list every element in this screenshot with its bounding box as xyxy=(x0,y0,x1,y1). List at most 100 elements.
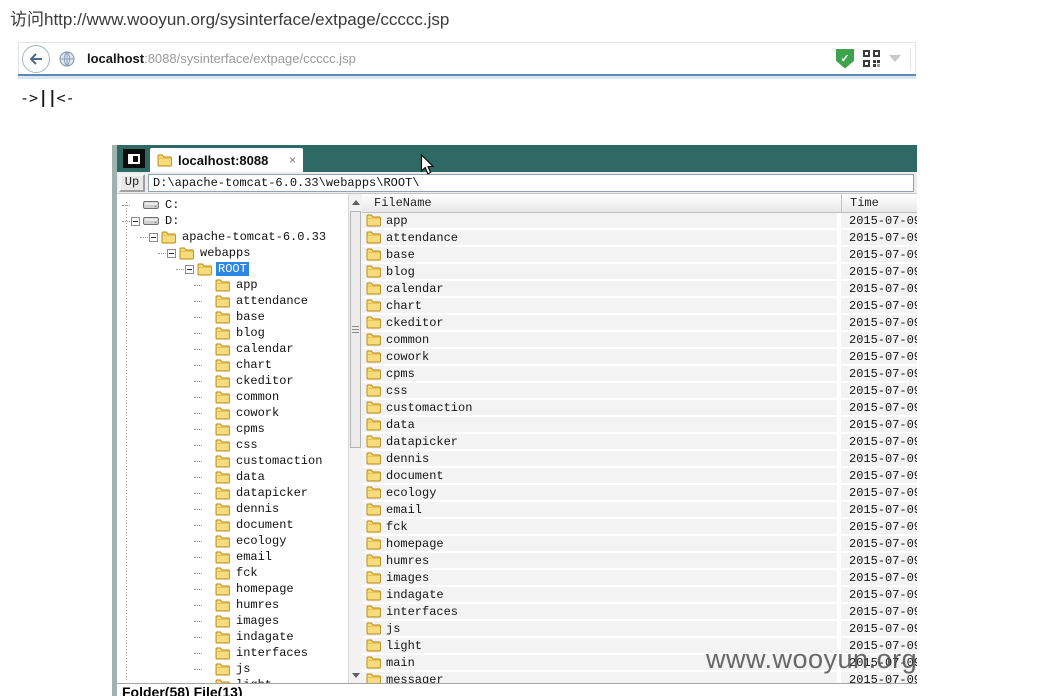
file-row[interactable]: data2015-07-09 xyxy=(362,417,917,434)
back-button[interactable] xyxy=(22,45,50,73)
tab-close-icon[interactable]: × xyxy=(289,154,296,166)
tree-item[interactable]: humres xyxy=(117,597,348,613)
tree-guide xyxy=(194,413,202,414)
folder-icon xyxy=(366,503,381,516)
shield-check-icon[interactable]: ✓ xyxy=(836,49,854,69)
folder-icon xyxy=(366,673,381,683)
tree-item[interactable]: attendance xyxy=(117,293,348,309)
file-row[interactable]: js2015-07-09 xyxy=(362,621,917,638)
file-row[interactable]: ecology2015-07-09 xyxy=(362,485,917,502)
file-row[interactable]: cowork2015-07-09 xyxy=(362,349,917,366)
file-name: light xyxy=(386,639,422,653)
up-button[interactable]: Up xyxy=(119,174,145,192)
file-row[interactable]: fck2015-07-09 xyxy=(362,519,917,536)
tree-expander[interactable] xyxy=(131,217,143,226)
window-titlebar[interactable]: localhost:8088 × xyxy=(117,145,917,172)
file-time-cell: 2015-07-09 xyxy=(841,570,917,587)
collapse-minus-icon[interactable] xyxy=(131,217,140,226)
file-row[interactable]: ckeditor2015-07-09 xyxy=(362,315,917,332)
path-toolbar: Up D:\apache-tomcat-6.0.33\webapps\ROOT\ xyxy=(117,172,917,194)
column-time[interactable]: Time xyxy=(841,194,917,212)
file-row[interactable]: humres2015-07-09 xyxy=(362,553,917,570)
tree-expander[interactable] xyxy=(149,233,161,242)
scrollbar-thumb[interactable] xyxy=(350,211,361,448)
tree-item[interactable]: blog xyxy=(117,325,348,341)
file-name-cell: fck xyxy=(362,519,837,536)
tree-item[interactable]: indagate xyxy=(117,629,348,645)
tree-item[interactable]: common xyxy=(117,389,348,405)
qr-code-icon[interactable] xyxy=(863,50,880,67)
file-row[interactable]: dennis2015-07-09 xyxy=(362,451,917,468)
tree-item[interactable]: email xyxy=(117,549,348,565)
tree-item[interactable]: homepage xyxy=(117,581,348,597)
file-row[interactable]: interfaces2015-07-09 xyxy=(362,604,917,621)
tree-item[interactable]: ckeditor xyxy=(117,373,348,389)
file-time-cell: 2015-07-09 xyxy=(841,315,917,332)
collapse-minus-icon[interactable] xyxy=(149,233,158,242)
tree-item[interactable]: D: xyxy=(117,213,348,229)
tree-item[interactable]: app xyxy=(117,277,348,293)
tree-item[interactable]: cowork xyxy=(117,405,348,421)
scroll-down-icon[interactable] xyxy=(349,668,362,682)
file-row[interactable]: calendar2015-07-09 xyxy=(362,281,917,298)
tree-item[interactable]: js xyxy=(117,661,348,677)
path-input[interactable]: D:\apache-tomcat-6.0.33\webapps\ROOT\ xyxy=(148,174,914,192)
tree-expander[interactable] xyxy=(167,249,179,258)
tree-item[interactable]: fck xyxy=(117,565,348,581)
file-row[interactable]: app2015-07-09 xyxy=(362,213,917,230)
tree-item[interactable]: webapps xyxy=(117,245,348,261)
tree-item[interactable]: data xyxy=(117,469,348,485)
tree-item[interactable]: datapicker xyxy=(117,485,348,501)
collapse-minus-icon[interactable] xyxy=(185,265,194,274)
file-row[interactable]: datapicker2015-07-09 xyxy=(362,434,917,451)
tree-item-label: interfaces xyxy=(234,646,310,660)
scroll-up-icon[interactable] xyxy=(349,195,362,209)
file-row[interactable]: customaction2015-07-09 xyxy=(362,400,917,417)
file-row[interactable]: homepage2015-07-09 xyxy=(362,536,917,553)
tree-scrollbar[interactable] xyxy=(348,194,362,683)
file-time-cell: 2015-07-09 xyxy=(841,485,917,502)
file-row[interactable]: css2015-07-09 xyxy=(362,383,917,400)
tree-item[interactable]: css xyxy=(117,437,348,453)
file-row[interactable]: attendance2015-07-09 xyxy=(362,230,917,247)
file-name: interfaces xyxy=(386,605,458,619)
tree-item[interactable]: ROOT xyxy=(117,261,348,277)
tree-item[interactable]: C: xyxy=(117,197,348,213)
tree-item[interactable]: images xyxy=(117,613,348,629)
file-row[interactable]: email2015-07-09 xyxy=(362,502,917,519)
column-filename[interactable]: FileName xyxy=(362,194,841,212)
tree-item[interactable]: customaction xyxy=(117,453,348,469)
file-row[interactable]: common2015-07-09 xyxy=(362,332,917,349)
tree-item[interactable]: calendar xyxy=(117,341,348,357)
tree-guide xyxy=(194,605,202,606)
dropdown-arrow-icon[interactable] xyxy=(889,55,901,62)
file-row[interactable]: images2015-07-09 xyxy=(362,570,917,587)
tree-item[interactable]: base xyxy=(117,309,348,325)
file-time-cell: 2015-07-09 xyxy=(841,587,917,604)
file-time-cell: 2015-07-09 xyxy=(841,281,917,298)
tree-item-label: document xyxy=(234,518,296,532)
url-text[interactable]: localhost:8088/sysinterface/extpage/cccc… xyxy=(87,51,836,66)
panel-toggle-icon[interactable] xyxy=(123,149,145,168)
folder-icon xyxy=(215,631,230,644)
tree-item[interactable]: cpms xyxy=(117,421,348,437)
file-row[interactable]: base2015-07-09 xyxy=(362,247,917,264)
tree-item[interactable]: ecology xyxy=(117,533,348,549)
tree-item[interactable]: dennis xyxy=(117,501,348,517)
file-row[interactable]: blog2015-07-09 xyxy=(362,264,917,281)
tree-expander[interactable] xyxy=(185,265,197,274)
file-row[interactable]: chart2015-07-09 xyxy=(362,298,917,315)
tree-item[interactable]: document xyxy=(117,517,348,533)
file-row[interactable]: document2015-07-09 xyxy=(362,468,917,485)
tree-item[interactable]: chart xyxy=(117,357,348,373)
tree-item[interactable]: apache-tomcat-6.0.33 xyxy=(117,229,348,245)
browser-address-bar[interactable]: localhost:8088/sysinterface/extpage/cccc… xyxy=(18,42,916,74)
file-name-cell: homepage xyxy=(362,536,837,553)
tree-item[interactable]: light xyxy=(117,677,348,683)
file-time-cell: 2015-07-09 xyxy=(841,451,917,468)
file-row[interactable]: indagate2015-07-09 xyxy=(362,587,917,604)
tree-item[interactable]: interfaces xyxy=(117,645,348,661)
collapse-minus-icon[interactable] xyxy=(167,249,176,258)
file-row[interactable]: cpms2015-07-09 xyxy=(362,366,917,383)
tab-localhost[interactable]: localhost:8088 × xyxy=(150,148,303,172)
